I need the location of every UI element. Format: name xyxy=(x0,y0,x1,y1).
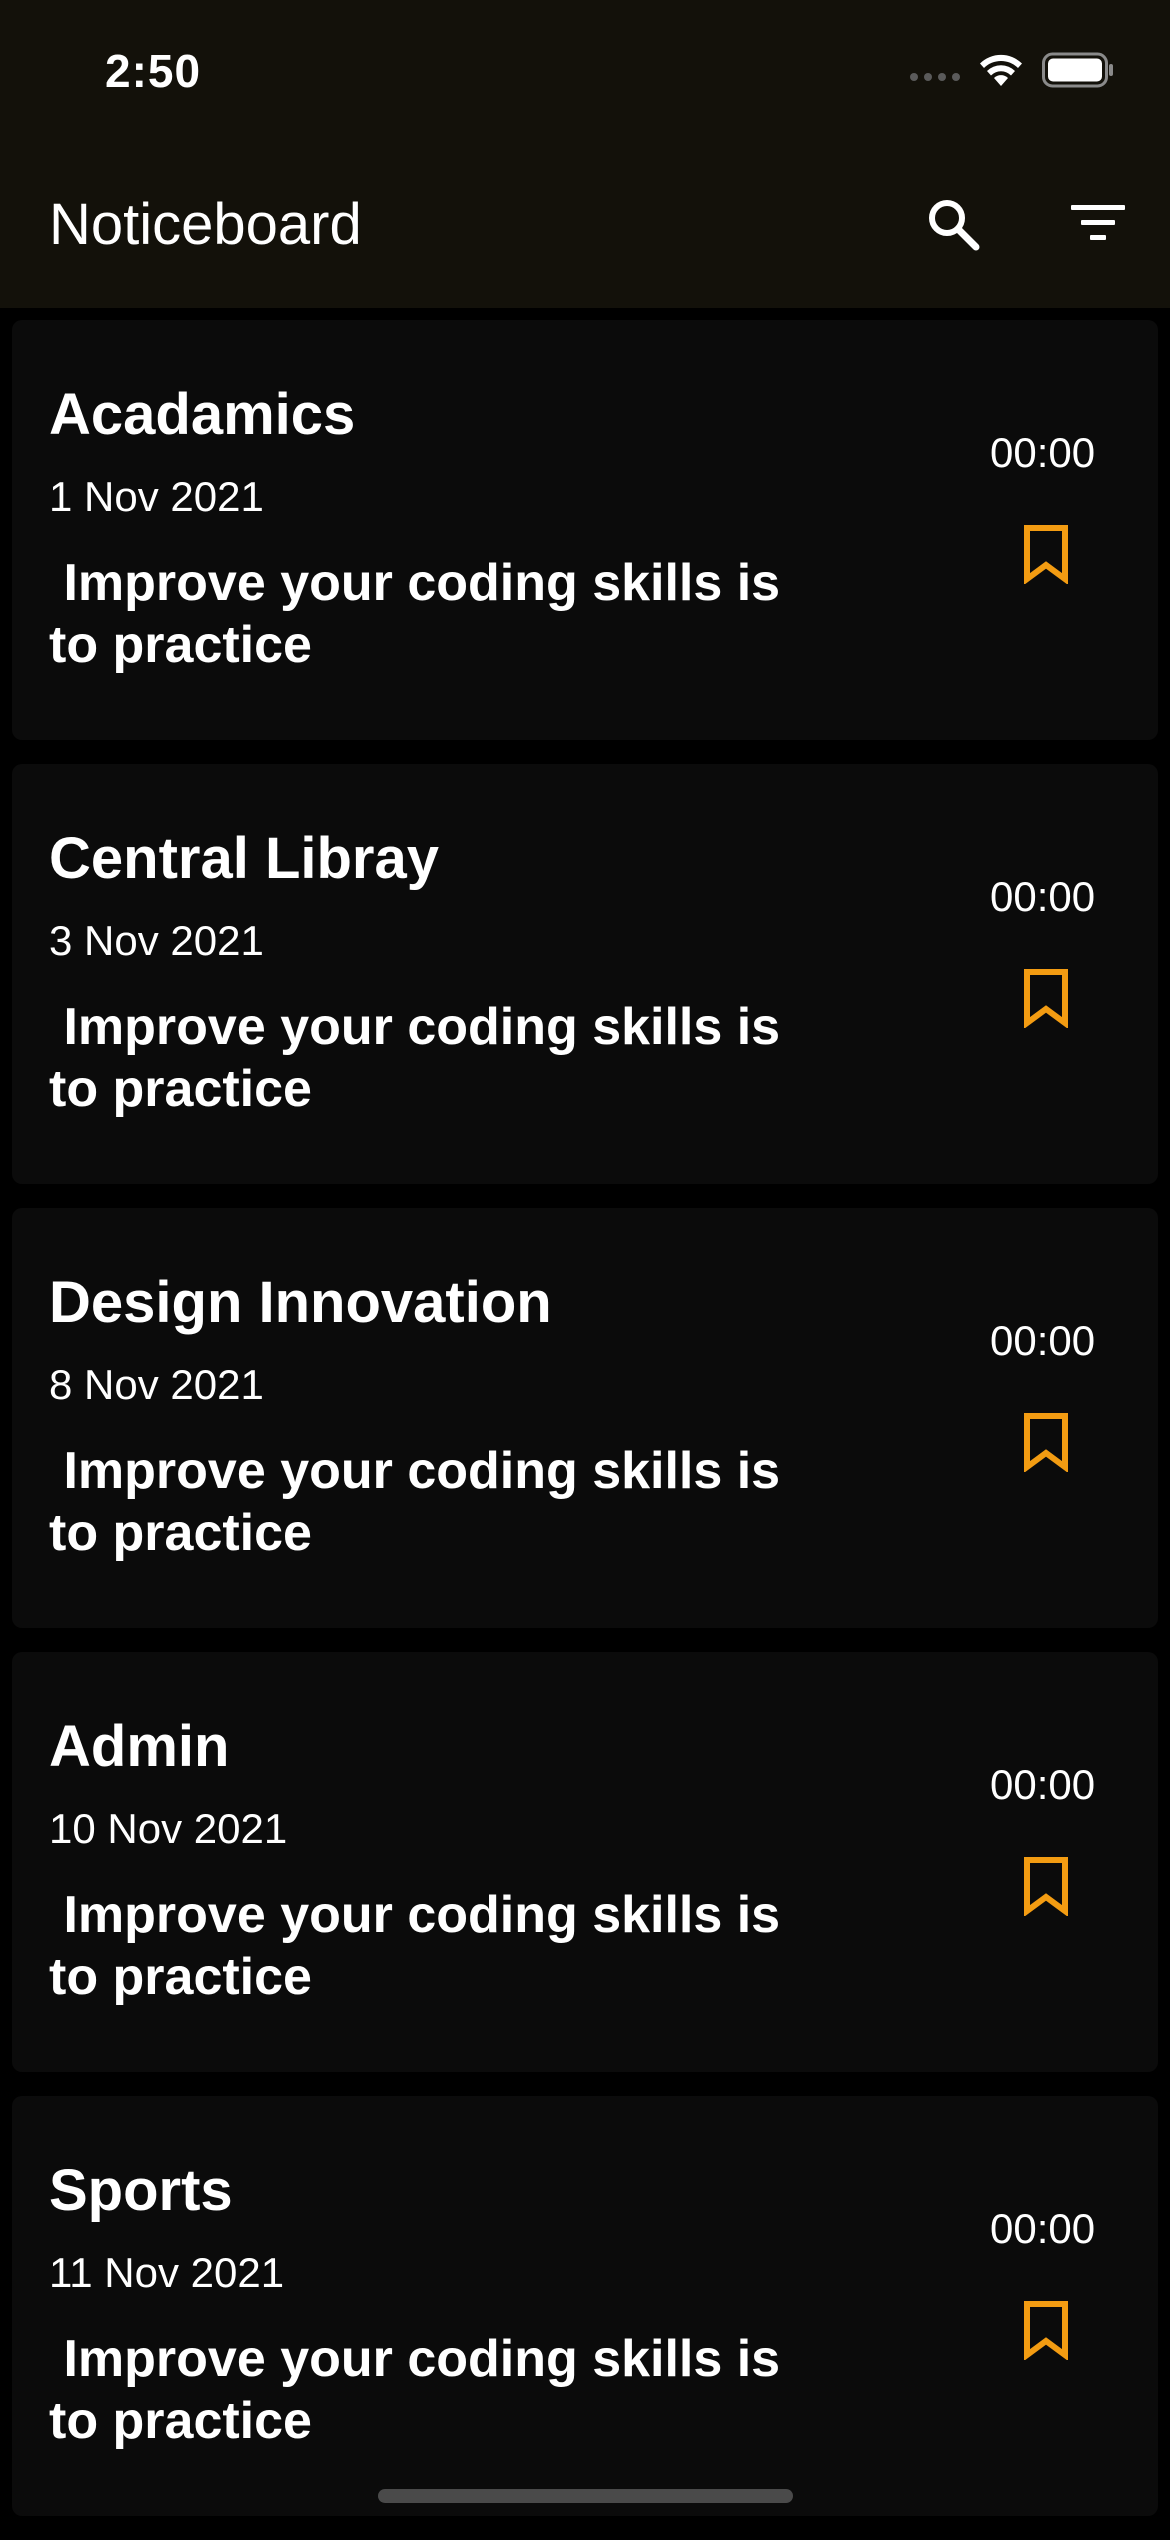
notice-date: 10 Nov 2021 xyxy=(49,1805,288,1852)
bookmark-outline-icon xyxy=(1022,2300,1070,2365)
notice-card[interactable]: Sports 11 Nov 2021 Improve your coding s… xyxy=(12,2096,1158,2516)
bookmark-outline-icon xyxy=(1022,968,1070,1033)
bookmark-outline-icon xyxy=(1022,1856,1070,1921)
notice-title: Sports xyxy=(49,2158,233,2223)
home-indicator[interactable] xyxy=(378,2489,793,2503)
wifi-icon xyxy=(978,52,1024,93)
notice-body: Improve your coding skills is to practic… xyxy=(49,1886,781,2006)
filter-icon xyxy=(1068,199,1128,254)
status-time: 2:50 xyxy=(105,45,202,97)
notice-card[interactable]: Design Innovation 8 Nov 2021 Improve you… xyxy=(12,1208,1158,1628)
notice-time: 00:00 xyxy=(990,1761,1096,1808)
notice-card[interactable]: Admin 10 Nov 2021 Improve your coding sk… xyxy=(12,1652,1158,2072)
page-title: Noticeboard xyxy=(49,192,362,257)
notice-date: 11 Nov 2021 xyxy=(49,2249,285,2296)
filter-button[interactable] xyxy=(1060,188,1136,264)
notice-date: 8 Nov 2021 xyxy=(49,1361,264,1408)
notice-time: 00:00 xyxy=(990,873,1096,920)
search-icon xyxy=(923,194,983,259)
notice-body: Improve your coding skills is to practic… xyxy=(49,2330,781,2450)
status-icons xyxy=(910,52,1114,93)
notice-body: Improve your coding skills is to practic… xyxy=(49,1442,781,1562)
bookmark-button[interactable] xyxy=(1016,1852,1076,1924)
notice-time: 00:00 xyxy=(990,2205,1096,2252)
bookmark-outline-icon xyxy=(1022,1412,1070,1477)
notice-time: 00:00 xyxy=(990,429,1096,476)
search-button[interactable] xyxy=(915,188,991,264)
notice-body: Improve your coding skills is to practic… xyxy=(49,998,781,1118)
bookmark-outline-icon xyxy=(1022,524,1070,589)
notice-date: 3 Nov 2021 xyxy=(49,917,264,964)
notice-list: Acadamics 1 Nov 2021 Improve your coding… xyxy=(12,320,1158,2540)
bookmark-button[interactable] xyxy=(1016,1408,1076,1480)
notice-time: 00:00 xyxy=(990,1317,1096,1364)
notice-date: 1 Nov 2021 xyxy=(49,473,264,520)
notice-title: Admin xyxy=(49,1714,230,1779)
battery-icon xyxy=(1042,52,1114,93)
bookmark-button[interactable] xyxy=(1016,2296,1076,2368)
notice-card[interactable]: Central Libray 3 Nov 2021 Improve your c… xyxy=(12,764,1158,1184)
app-bar: 2:50 Noticeboard xyxy=(0,0,1170,308)
notice-title: Acadamics xyxy=(49,382,356,447)
bookmark-button[interactable] xyxy=(1016,964,1076,1036)
notice-title: Central Libray xyxy=(49,826,439,891)
cellular-signal-icon xyxy=(910,72,960,81)
bookmark-button[interactable] xyxy=(1016,520,1076,592)
notice-title: Design Innovation xyxy=(49,1270,552,1335)
notice-card[interactable]: Acadamics 1 Nov 2021 Improve your coding… xyxy=(12,320,1158,740)
notice-body: Improve your coding skills is to practic… xyxy=(49,554,781,674)
